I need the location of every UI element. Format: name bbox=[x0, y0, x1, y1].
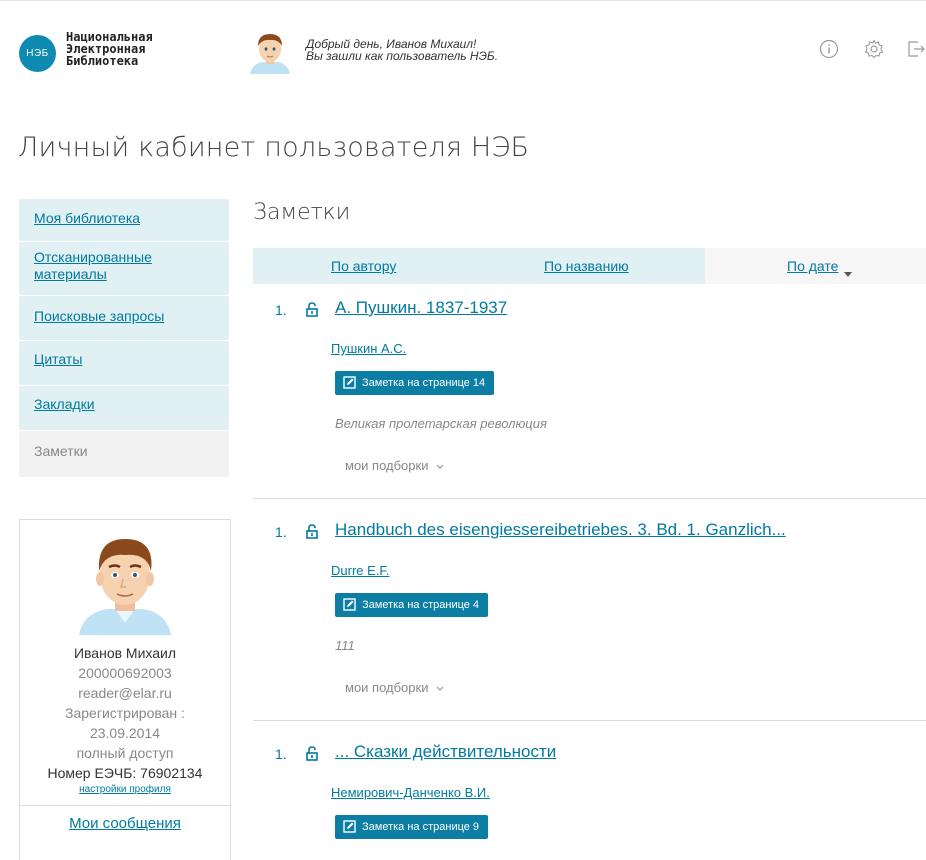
page-title: Личный кабинет пользователя НЭБ bbox=[18, 132, 530, 163]
sidebar-item-label[interactable]: Отсканированные материалы bbox=[34, 249, 152, 282]
profile-card: Иванов Михаил 200000692003 reader@elar.r… bbox=[19, 519, 231, 860]
profile-email: reader@elar.ru bbox=[78, 685, 172, 701]
profile-card-number: Номер ЕЭЧБ: 76902134 bbox=[47, 765, 203, 781]
chevron-down-icon bbox=[436, 680, 444, 695]
note-title-link[interactable]: А. Пушкин. 1837-1937 bbox=[335, 298, 507, 318]
logo-line: Библиотека bbox=[66, 54, 139, 68]
profile-id: 200000692003 bbox=[78, 665, 172, 681]
edit-note-icon bbox=[343, 598, 356, 611]
sidebar-item-label[interactable]: Цитаты bbox=[34, 351, 82, 367]
note-page-badge[interactable]: Заметка на странице 4 bbox=[335, 593, 489, 617]
sidebar-item-label[interactable]: Моя библиотека bbox=[34, 210, 140, 226]
greeting: Добрый день, Иванов Михаил! Вы зашли как… bbox=[306, 38, 498, 62]
note-page-badge[interactable]: Заметка на странице 14 bbox=[335, 371, 495, 395]
info-icon[interactable] bbox=[819, 39, 839, 64]
note-item: 1. А. Пушкин. 1837-1937 Пушкин А.С. Заме… bbox=[253, 298, 926, 498]
lock-open-icon[interactable] bbox=[306, 302, 318, 317]
sidebar-item-quotes[interactable]: Цитаты bbox=[19, 341, 229, 386]
messages-link[interactable]: Мои сообщения bbox=[69, 815, 181, 832]
profile-settings-link[interactable]: настройки профиля bbox=[79, 784, 171, 795]
profile-avatar bbox=[75, 531, 175, 635]
sort-by-author[interactable]: По автору bbox=[331, 258, 396, 274]
sidebar-item-label: Заметки bbox=[34, 443, 88, 459]
note-title-link[interactable]: Handbuch des eisengiessereibetriebes. 3.… bbox=[335, 520, 786, 540]
sidebar-item-label[interactable]: Закладки bbox=[34, 396, 95, 412]
note-item: 1. ... Сказки действительности Немирович… bbox=[253, 742, 926, 851]
sidebar-menu: Моя библиотека Отсканированные материалы… bbox=[19, 199, 229, 478]
note-author-link[interactable]: Пушкин А.С. bbox=[331, 341, 406, 356]
collections-label: мои подборки bbox=[345, 458, 429, 473]
note-number: 1. bbox=[275, 524, 287, 540]
sort-bar: По автору По названию По дате bbox=[253, 248, 926, 284]
settings-icon[interactable] bbox=[864, 39, 884, 64]
note-divider bbox=[253, 720, 926, 721]
sort-by-date[interactable]: По дате bbox=[787, 258, 838, 274]
greeting-line: Вы зашли как пользователь НЭБ. bbox=[306, 49, 499, 63]
lock-open-icon[interactable] bbox=[306, 524, 318, 539]
user-avatar bbox=[248, 30, 292, 74]
note-item: 1. Handbuch des eisengiessereibetriebes.… bbox=[253, 520, 926, 720]
note-page-badge[interactable]: Заметка на странице 9 bbox=[335, 815, 489, 839]
logout-icon[interactable] bbox=[906, 39, 926, 64]
profile-registered-label: Зарегистрирован : bbox=[65, 705, 185, 721]
collections-label: мои подборки bbox=[345, 680, 429, 695]
note-number: 1. bbox=[275, 302, 287, 318]
edit-note-icon bbox=[343, 820, 356, 833]
note-author-link[interactable]: Durre E.F. bbox=[331, 563, 390, 578]
note-author-link[interactable]: Немирович-Данченко В.И. bbox=[331, 785, 490, 800]
note-divider bbox=[253, 498, 926, 499]
note-badge-label: Заметка на странице 9 bbox=[362, 821, 480, 833]
sidebar-item-search-queries[interactable]: Поисковые запросы bbox=[19, 296, 229, 341]
edit-note-icon bbox=[343, 376, 356, 389]
section-title: Заметки bbox=[253, 200, 351, 225]
lock-open-icon[interactable] bbox=[306, 746, 318, 761]
caret-down-icon[interactable] bbox=[844, 264, 852, 280]
profile-name: Иванов Михаил bbox=[73, 645, 177, 661]
sidebar-item-notes[interactable]: Заметки bbox=[19, 431, 229, 478]
sidebar-item-scanned[interactable]: Отсканированные материалы bbox=[19, 242, 229, 296]
note-quote: Великая пролетарская революция bbox=[335, 416, 547, 431]
logo-text[interactable]: Национальная Электронная Библиотека bbox=[66, 31, 153, 67]
header: НЭБ Национальная Электронная Библиотека … bbox=[0, 0, 926, 101]
profile-registered-date: 23.09.2014 bbox=[89, 725, 161, 741]
collections-dropdown[interactable]: мои подборки bbox=[345, 458, 444, 473]
sort-by-title[interactable]: По названию bbox=[544, 258, 629, 274]
note-title-link[interactable]: ... Сказки действительности bbox=[335, 742, 556, 762]
sidebar-item-label[interactable]: Поисковые запросы bbox=[34, 308, 164, 324]
note-number: 1. bbox=[275, 746, 287, 762]
chevron-down-icon bbox=[436, 458, 444, 473]
profile-access: полный доступ bbox=[76, 745, 174, 761]
collections-dropdown[interactable]: мои подборки bbox=[345, 680, 444, 695]
note-quote: 111 bbox=[335, 638, 355, 653]
logo-badge[interactable]: НЭБ bbox=[19, 35, 56, 72]
note-badge-label: Заметка на странице 4 bbox=[362, 599, 480, 611]
sidebar-item-my-library[interactable]: Моя библиотека bbox=[19, 199, 229, 242]
note-badge-label: Заметка на странице 14 bbox=[362, 377, 486, 389]
sidebar-item-bookmarks[interactable]: Закладки bbox=[19, 386, 229, 431]
